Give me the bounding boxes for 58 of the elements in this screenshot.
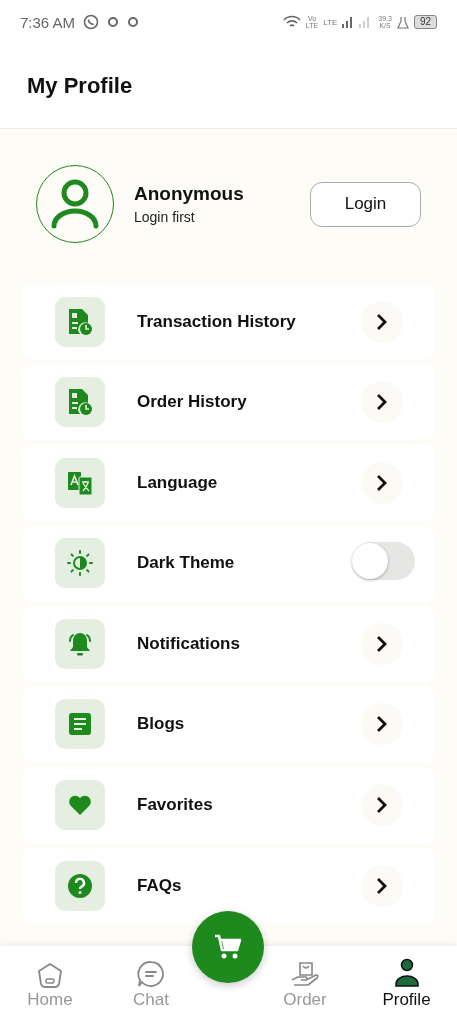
- user-subtitle: Login first: [134, 209, 196, 225]
- clock: 7:36 AM: [20, 13, 76, 31]
- signal-icon: [342, 16, 355, 28]
- menu-label: Transaction History: [137, 311, 297, 332]
- menu-label: Order History: [137, 392, 248, 413]
- chevron-right-icon: [376, 715, 388, 734]
- nav-tab[interactable]: Profile: [380, 958, 433, 1010]
- chevron-button[interactable]: [361, 703, 403, 746]
- menu-card[interactable]: Favorites: [22, 766, 435, 844]
- battery-level: 92: [413, 15, 437, 29]
- chevron-right-icon: [376, 473, 388, 492]
- chevron-right-icon: [376, 876, 388, 895]
- chevron-button[interactable]: [361, 864, 403, 907]
- chevron-button[interactable]: [361, 300, 403, 343]
- user-name: Anonymous: [134, 183, 245, 205]
- menu-card[interactable]: Blogs: [22, 685, 435, 763]
- circle-icon: [107, 16, 120, 28]
- menu-card[interactable]: FAQs: [22, 847, 435, 925]
- menu-card[interactable]: Transaction History: [22, 283, 435, 360]
- translate-icon: [67, 469, 93, 496]
- page-title: My Profile: [27, 73, 133, 99]
- chevron-button[interactable]: [361, 461, 403, 504]
- whatsapp-icon: [83, 14, 100, 30]
- person-icon: [393, 958, 420, 988]
- chevron-button[interactable]: [361, 622, 403, 665]
- menu-card[interactable]: Dark Theme: [22, 524, 435, 602]
- menu-card[interactable]: Order History: [22, 363, 435, 441]
- toggle-switch[interactable]: [352, 542, 415, 581]
- menu-card[interactable]: Notifications: [22, 605, 435, 683]
- menu-label: Language: [137, 472, 219, 493]
- menu-label: Dark Theme: [137, 553, 236, 574]
- chat-icon: [137, 960, 165, 988]
- menu-label: Notifications: [137, 633, 241, 654]
- chevron-right-icon: [376, 796, 388, 815]
- menu-label: FAQs: [137, 875, 183, 896]
- hand-bag-icon: [290, 960, 320, 988]
- circle-icon: [127, 16, 140, 28]
- flask-icon: [396, 15, 409, 29]
- chevron-right-icon: [376, 634, 388, 653]
- network-type: LTE: [323, 18, 338, 26]
- document-clock-icon: [67, 388, 93, 417]
- menu-card[interactable]: Language: [22, 444, 435, 522]
- chevron-button[interactable]: [361, 381, 403, 424]
- chevron-right-icon: [376, 312, 388, 331]
- heart-icon: [68, 794, 92, 817]
- article-icon: [67, 711, 93, 738]
- brightness-icon: [67, 550, 93, 577]
- chevron-button[interactable]: [361, 784, 403, 827]
- login-button[interactable]: Login: [310, 181, 421, 227]
- home-icon: [36, 962, 64, 988]
- wifi-icon: [282, 15, 301, 29]
- chevron-right-icon: [376, 393, 388, 412]
- cart-icon: [214, 934, 242, 960]
- menu-label: Blogs: [137, 714, 186, 735]
- document-clock-icon: [67, 307, 93, 336]
- help-icon: [67, 872, 93, 899]
- user-icon: [50, 178, 100, 230]
- menu-label: Favorites: [137, 795, 214, 816]
